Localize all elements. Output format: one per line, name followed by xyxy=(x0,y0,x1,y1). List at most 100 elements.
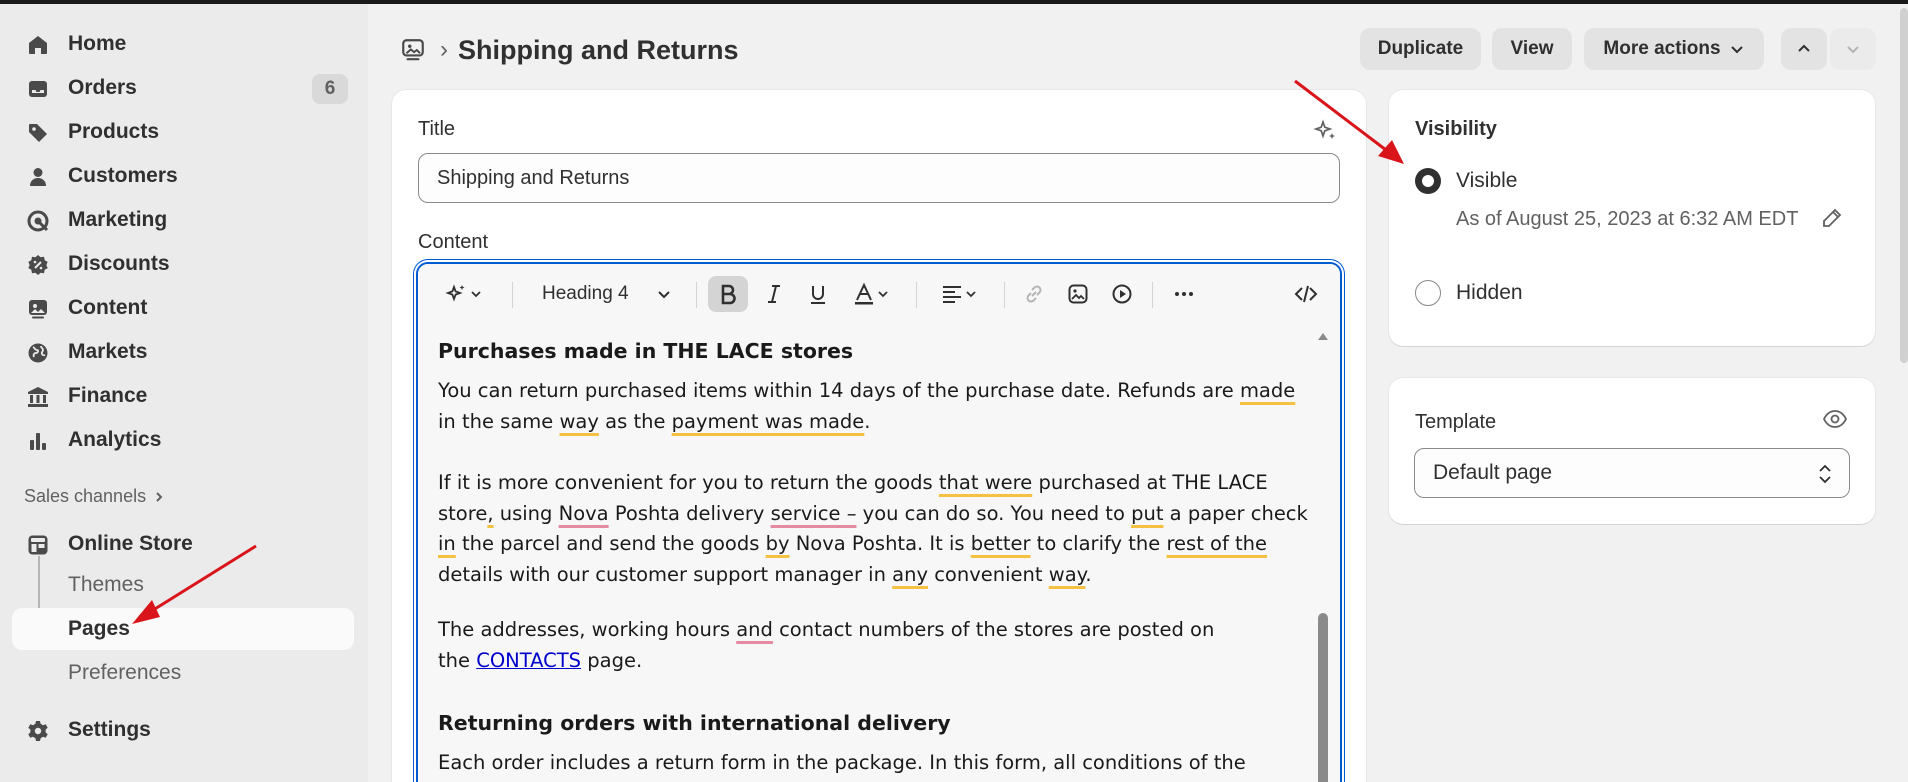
chevron-down-icon xyxy=(1847,46,1859,54)
sidebar: Home Orders 6 Products Customers Marketi… xyxy=(0,4,368,782)
sidebar-item-settings[interactable]: Settings xyxy=(12,710,354,750)
bold-icon xyxy=(721,284,736,305)
sidebar-item-customers[interactable]: Customers xyxy=(12,156,354,196)
content-paragraph: If it is more convenient for you to retu… xyxy=(438,468,1308,590)
insert-link-button[interactable] xyxy=(1014,276,1054,312)
sidebar-item-label: Home xyxy=(68,32,127,55)
sidebar-subitem-label: Preferences xyxy=(68,661,182,684)
orders-count-badge: 6 xyxy=(312,74,348,104)
more-actions-label: More actions xyxy=(1603,38,1721,59)
spellcheck-word[interactable]: better xyxy=(971,532,1031,555)
insert-image-button[interactable] xyxy=(1058,276,1098,312)
spellcheck-word[interactable]: way xyxy=(559,410,598,433)
rich-text-editor[interactable]: Heading 4 Purchases made in THE LACE sto… xyxy=(416,262,1342,782)
view-button-label: View xyxy=(1510,38,1554,59)
italic-button[interactable] xyxy=(754,276,794,312)
text-run: . xyxy=(1085,562,1092,586)
editor-scrollbar-thumb[interactable] xyxy=(1318,613,1328,782)
tag-icon xyxy=(29,124,47,142)
sidebar-subitem-preferences[interactable]: Preferences xyxy=(12,652,354,694)
more-horizontal-icon xyxy=(1175,292,1193,296)
page-scrollbar-thumb[interactable] xyxy=(1900,8,1908,363)
text-run: You can return purchased items within 14… xyxy=(438,379,1240,402)
globe-icon xyxy=(28,343,48,363)
sidebar-item-analytics[interactable]: Analytics xyxy=(12,420,354,460)
sidebar-item-label: Settings xyxy=(68,718,151,741)
underline-icon xyxy=(811,286,825,304)
text-run: as the xyxy=(598,409,672,433)
sidebar-item-online-store[interactable]: Online Store xyxy=(12,524,354,564)
hidden-radio-label[interactable]: Hidden xyxy=(1456,281,1523,305)
sidebar-subitem-themes[interactable]: Themes xyxy=(12,564,354,606)
eye-icon[interactable] xyxy=(1822,408,1848,430)
sidebar-item-label: Discounts xyxy=(68,252,170,275)
insert-video-button[interactable] xyxy=(1102,276,1142,312)
spellcheck-word[interactable]: that were xyxy=(939,471,1032,494)
title-input[interactable]: Shipping and Returns xyxy=(418,153,1340,203)
sidebar-item-label: Content xyxy=(68,296,148,319)
sidebar-item-marketing[interactable]: Marketing xyxy=(12,200,354,240)
view-button[interactable]: View xyxy=(1492,28,1572,70)
hidden-radio[interactable] xyxy=(1415,280,1441,306)
pencil-icon[interactable] xyxy=(1820,206,1844,230)
spellcheck-word[interactable]: way xyxy=(1049,563,1086,586)
spellcheck-word[interactable]: by xyxy=(766,532,790,555)
scroll-up-arrow-icon[interactable] xyxy=(1316,330,1330,342)
underline-button[interactable] xyxy=(798,276,838,312)
bold-button[interactable] xyxy=(708,276,748,312)
sidebar-item-discounts[interactable]: Discounts xyxy=(12,244,354,284)
title-label: Title xyxy=(418,118,456,140)
sidebar-subitem-pages[interactable]: Pages xyxy=(12,608,354,650)
sidebar-item-content[interactable]: Content xyxy=(12,288,354,328)
visible-radio-label[interactable]: Visible xyxy=(1456,169,1517,193)
spellcheck-word[interactable]: any xyxy=(892,563,928,586)
chevron-down-icon xyxy=(1730,46,1743,54)
sparkle-icon[interactable] xyxy=(1312,118,1338,144)
page-header: › Shipping and Returns xyxy=(400,28,739,72)
spellcheck-word[interactable]: made xyxy=(1240,379,1295,402)
show-html-button[interactable] xyxy=(1286,276,1326,312)
text-run: If it is more convenient for you to retu… xyxy=(438,471,939,494)
spellcheck-word[interactable]: put xyxy=(1131,502,1163,525)
chevron-up-icon xyxy=(1798,44,1810,52)
duplicate-button[interactable]: Duplicate xyxy=(1360,28,1481,70)
previous-page-button[interactable] xyxy=(1781,28,1827,70)
spellcheck-word[interactable]: and xyxy=(736,618,773,641)
ai-generate-button[interactable] xyxy=(436,276,492,312)
chevron-down-icon xyxy=(878,291,888,298)
text-run: page. xyxy=(581,648,643,672)
duplicate-button-label: Duplicate xyxy=(1377,38,1464,59)
inbox-icon xyxy=(29,81,47,97)
visibility-title: Visibility xyxy=(1415,118,1497,140)
text-run: a paper check xyxy=(1163,501,1308,525)
sidebar-item-finance[interactable]: Finance xyxy=(12,376,354,416)
next-page-button[interactable] xyxy=(1830,28,1876,70)
chevron-right-icon xyxy=(156,491,163,502)
spellcheck-word[interactable]: service – xyxy=(771,502,857,525)
spellcheck-word[interactable]: Nova xyxy=(559,502,609,525)
editor-content-area[interactable]: Purchases made in THE LACE stores You ca… xyxy=(418,324,1340,782)
content-label: Content xyxy=(418,231,489,253)
sidebar-item-products[interactable]: Products xyxy=(12,112,354,152)
heading-select[interactable]: Heading 4 xyxy=(530,276,680,312)
contacts-link[interactable]: CONTACTS xyxy=(476,649,581,672)
spellcheck-word[interactable]: in xyxy=(438,532,456,555)
code-icon xyxy=(1294,285,1318,303)
text-color-icon xyxy=(855,282,873,305)
content-pages-icon[interactable] xyxy=(400,37,426,63)
text-color-button[interactable] xyxy=(842,276,900,312)
more-actions-button[interactable]: More actions xyxy=(1584,28,1764,70)
sidebar-item-orders[interactable]: Orders 6 xyxy=(12,68,354,108)
sales-channels-header[interactable]: Sales channels xyxy=(24,486,166,507)
template-select[interactable]: Default page xyxy=(1414,448,1850,498)
more-formatting-button[interactable] xyxy=(1164,276,1204,312)
align-button[interactable] xyxy=(930,276,988,312)
target-icon xyxy=(27,210,49,232)
template-select-value: Default page xyxy=(1433,461,1553,484)
sidebar-item-markets[interactable]: Markets xyxy=(12,332,354,372)
spellcheck-word[interactable]: payment was made xyxy=(672,410,865,433)
spellcheck-word[interactable]: rest of the xyxy=(1166,532,1267,555)
visible-radio[interactable] xyxy=(1415,168,1441,194)
sidebar-item-home[interactable]: Home xyxy=(12,24,354,64)
link-icon xyxy=(1026,285,1042,303)
